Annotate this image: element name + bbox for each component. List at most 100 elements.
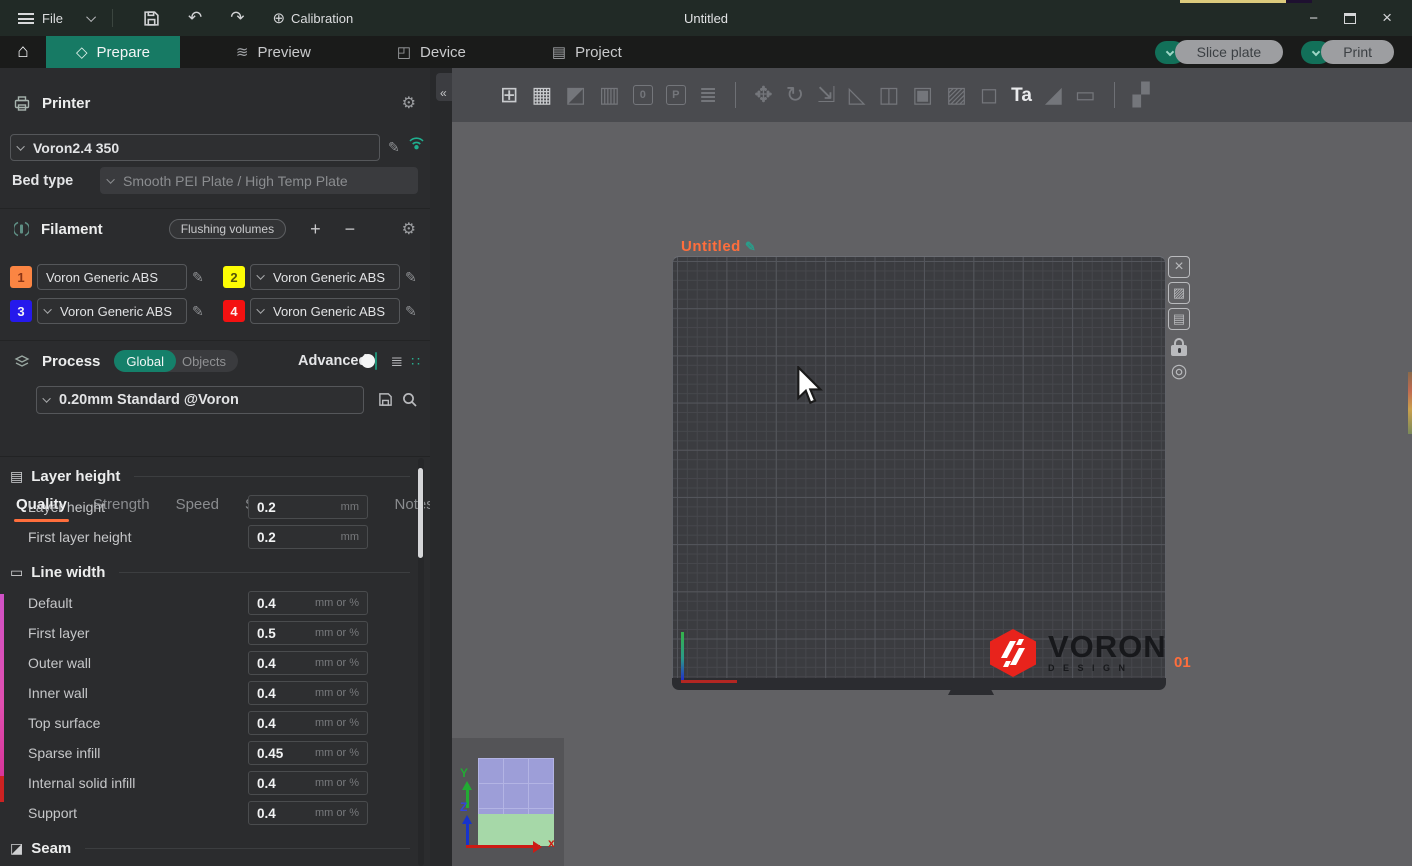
param-unit: mm or %	[315, 777, 359, 789]
filament-3-select[interactable]: Voron Generic ABS	[37, 298, 187, 324]
line-width-internal-solid-infill-input[interactable]: 0.4 mm or %	[248, 771, 368, 795]
filament-2-swatch[interactable]: 2	[223, 266, 245, 288]
file-menu[interactable]: File	[42, 11, 63, 26]
calibration-button[interactable]: Calibration	[291, 11, 353, 26]
filament-1-swatch[interactable]: 1	[10, 266, 32, 288]
filament-slot-4: 4 Voron Generic ABS ✎	[223, 298, 417, 324]
flushing-volumes-button[interactable]: Flushing volumes	[169, 219, 286, 239]
tab-speed[interactable]: Speed	[176, 496, 219, 513]
add-plate-icon[interactable]: ▦	[531, 84, 552, 106]
param-unit: mm or %	[315, 687, 359, 699]
scale-icon[interactable]: ⇲	[817, 84, 835, 106]
printer-preset-select[interactable]: Voron2.4 350	[10, 134, 380, 161]
edit-printer-icon[interactable]: ✎	[388, 139, 400, 156]
param-label: Sparse infill	[28, 745, 100, 761]
file-menu-chevron-icon[interactable]	[86, 12, 96, 22]
tab-device[interactable]: ◰ Device	[367, 36, 496, 68]
process-section-title: Process	[42, 353, 100, 370]
scope-objects-button[interactable]: Objects	[176, 354, 238, 369]
arrange-plate-icon[interactable]: ▤	[1168, 308, 1190, 330]
split-icon[interactable]: ◫	[879, 84, 900, 106]
minimize-button[interactable]: −	[1309, 10, 1318, 27]
cut-icon[interactable]: ◻	[980, 84, 998, 106]
parameter-table-icon[interactable]: ≣	[391, 352, 404, 370]
assembly-icon[interactable]: ▞	[1133, 84, 1150, 106]
line-width-outer-wall-input[interactable]: 0.4 mm or %	[248, 651, 368, 675]
arrange-icon[interactable]: ▥	[599, 84, 620, 106]
filament-4-select[interactable]: Voron Generic ABS	[250, 298, 400, 324]
clone-icon[interactable]: ▣	[912, 84, 933, 106]
orientation-thumbnail[interactable]: Y Z x	[452, 738, 564, 866]
seam-icon: ◪	[10, 840, 23, 857]
edit-filament-4-icon[interactable]: ✎	[405, 303, 417, 320]
mesh-boolean-icon[interactable]: ▨	[946, 84, 967, 106]
line-width-inner-wall-input[interactable]: 0.4 mm or %	[248, 681, 368, 705]
line-width-support-input[interactable]: 0.4 mm or %	[248, 801, 368, 825]
color-paint-icon[interactable]: ◢	[1045, 84, 1062, 106]
print-button[interactable]: Print	[1321, 40, 1394, 64]
line-width-default-input[interactable]: 0.4 mm or %	[248, 591, 368, 615]
auto-orient-icon[interactable]: ◩	[565, 84, 586, 106]
plate-image-icon[interactable]: ▨	[1168, 282, 1190, 304]
slice-plate-button[interactable]: Slice plate	[1175, 40, 1284, 64]
scope-global-button[interactable]: Global	[114, 350, 176, 372]
tab-prepare[interactable]: ◇ Prepare	[46, 36, 180, 68]
rename-plate-pencil-icon[interactable]: ✎	[745, 239, 756, 255]
filament-settings-gear-icon[interactable]: ⚙	[402, 219, 416, 239]
line-width-sparse-infill-input[interactable]: 0.45 mm or %	[248, 741, 368, 765]
rotate-icon[interactable]: ↻	[786, 84, 804, 106]
filament-2-select[interactable]: Voron Generic ABS	[250, 264, 400, 290]
printer-settings-gear-icon[interactable]: ⚙	[402, 93, 416, 113]
save-preset-icon[interactable]	[378, 392, 393, 407]
first-layer-height-input[interactable]: 0.2 mm	[248, 525, 368, 549]
layers-list-icon[interactable]: ≣	[699, 84, 717, 106]
maximize-button[interactable]	[1344, 13, 1356, 24]
save-icon[interactable]	[143, 10, 160, 27]
lock-plate-icon[interactable]	[1168, 334, 1190, 356]
wifi-icon[interactable]	[408, 136, 425, 150]
line-width-top-surface-input[interactable]: 0.4 mm or %	[248, 711, 368, 735]
filament-1-select[interactable]: Voron Generic ABS	[37, 264, 187, 290]
x-axis-arrow	[466, 845, 540, 848]
edit-filament-1-icon[interactable]: ✎	[192, 269, 204, 286]
paste-objects-icon[interactable]: P	[666, 85, 686, 105]
move-icon[interactable]: ✥	[754, 84, 772, 106]
device-icon: ◰	[397, 43, 411, 61]
add-object-icon[interactable]: ⊞	[500, 84, 518, 106]
remove-filament-icon[interactable]: −	[345, 219, 356, 240]
filament-3-swatch[interactable]: 3	[10, 300, 32, 322]
process-preset-select[interactable]: 0.20mm Standard @Voron	[36, 386, 364, 414]
chevron-down-icon	[1312, 48, 1320, 56]
tab-notes[interactable]: Notes	[395, 496, 434, 513]
add-filament-icon[interactable]: +	[310, 219, 321, 240]
plate-settings-icon[interactable]: ◎	[1168, 360, 1190, 382]
plate-name[interactable]: Untitled ✎	[681, 238, 756, 255]
home-icon[interactable]: ⌂	[0, 36, 46, 68]
search-icon[interactable]	[402, 392, 418, 408]
copy-objects-icon[interactable]: 0	[633, 85, 653, 105]
measure-icon[interactable]: ▭	[1075, 84, 1096, 106]
seam-title: Seam	[31, 840, 71, 857]
edit-filament-3-icon[interactable]: ✎	[192, 303, 204, 320]
menu-icon[interactable]	[18, 13, 34, 24]
close-button[interactable]: ×	[1382, 8, 1392, 28]
bed-type-select[interactable]: Smooth PEI Plate / High Temp Plate	[100, 167, 418, 194]
tab-project[interactable]: ▤ Project	[522, 36, 652, 68]
process-compare-icon[interactable]: ∷	[411, 353, 420, 370]
advanced-toggle[interactable]	[375, 352, 376, 370]
tab-preview[interactable]: ≋ Preview	[206, 36, 341, 68]
artifact-strip	[1180, 0, 1286, 3]
sidebar-scrollbar-thumb[interactable]	[418, 468, 423, 558]
edit-filament-2-icon[interactable]: ✎	[405, 269, 417, 286]
undo-icon[interactable]: ↶	[188, 8, 202, 28]
calibration-icon[interactable]: ⊕	[272, 9, 285, 27]
layer-height-input[interactable]: 0.2 mm	[248, 495, 368, 519]
redo-icon[interactable]: ↷	[230, 8, 244, 28]
delete-plate-icon[interactable]: ×	[1168, 256, 1190, 278]
filament-4-swatch[interactable]: 4	[223, 300, 245, 322]
lay-on-face-icon[interactable]: ◺	[849, 84, 866, 106]
line-width-first-layer-input[interactable]: 0.5 mm or %	[248, 621, 368, 645]
build-plate[interactable]	[672, 256, 1166, 690]
preview-icon: ≋	[236, 43, 249, 61]
text-tool-icon[interactable]: Ta	[1011, 86, 1032, 105]
